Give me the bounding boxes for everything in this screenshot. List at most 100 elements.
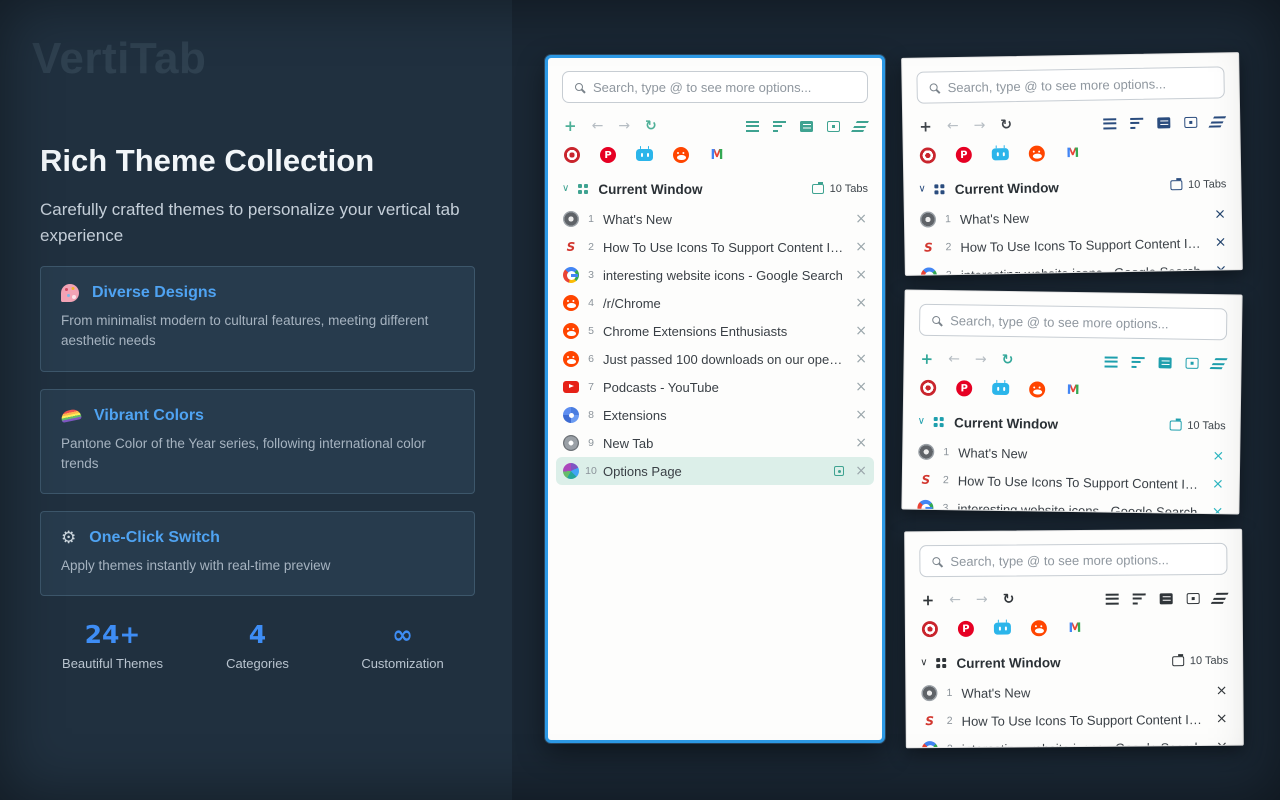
search-input[interactable]: Search, type @ to see more options... [562,71,868,103]
close-tab-icon[interactable]: × [855,240,867,254]
tab-row: S 2 How To Use Icons To Support Content … [915,705,1235,736]
target-favicon [920,380,936,396]
sort-tabs-icon [1132,356,1145,367]
tab-row[interactable]: 9 New Tab × [556,429,874,457]
tab-title: Podcasts - YouTube [603,380,847,395]
back-arrow-icon: ← [947,119,959,133]
theme-preview-panel-cyan: Search, type @ to see more options... + … [901,290,1242,515]
forward-arrow-icon[interactable]: → [618,119,630,133]
sort-tabs-icon[interactable] [773,121,786,132]
bilibili-favicon [992,383,1009,395]
feature-card-diverse-designs: Diverse Designs From minimalist modern t… [40,266,475,372]
close-tab-icon[interactable]: × [855,408,867,422]
toolbar-preview: + ← → ↻ [920,349,1224,374]
new-tab-favicon [563,435,579,451]
window-group-header[interactable]: ∨ Current Window 10 Tabs [558,177,872,201]
red-s-logo-favicon: S [920,239,936,255]
close-tab-icon[interactable]: × [855,380,867,394]
grid-icon [935,184,945,194]
window-group-header: ∨ Current Window 10 Tabs [916,649,1232,675]
close-tab-icon[interactable]: × [855,212,867,226]
extensions-favicon [563,407,579,423]
palette-icon [61,284,79,302]
tab-row[interactable]: 3 interesting website icons - Google Sea… [556,261,874,289]
list-view-icon [1160,593,1173,604]
refresh-icon: ↻ [1000,118,1012,132]
feature-card-vibrant-colors: Vibrant Colors Pantone Color of the Year… [40,389,475,495]
tab-row[interactable]: 7 Podcasts - YouTube × [556,373,874,401]
forward-arrow-icon: → [975,353,987,367]
close-tab-icon[interactable]: × [855,268,867,282]
bilibili-favicon[interactable] [636,149,653,161]
close-tab-icon[interactable]: × [855,324,867,338]
tab-row[interactable]: 4 /r/Chrome × [556,289,874,317]
gmail-favicon[interactable]: M [709,147,725,163]
list-view-icon[interactable] [800,121,813,132]
tab-list-preview: 1 What's New × S 2 How To Use Icons To S… [910,438,1231,515]
pinterest-favicon: P [956,380,972,396]
close-tab-icon[interactable]: × [855,352,867,366]
window-icon [812,184,824,194]
new-tab-plus-icon[interactable]: + [564,119,577,134]
tab-index: 10 [579,465,603,477]
target-favicon[interactable] [564,147,580,163]
window-group-header: ∨ Current Window 10 Tabs [914,172,1230,202]
gear-icon: ⚙ [61,530,76,547]
search-icon [932,557,940,565]
extension-panel-main: Search, type @ to see more options... + … [545,55,885,743]
pinterest-favicon[interactable]: P [600,147,616,163]
red-s-logo-favicon: S [922,713,938,729]
pinterest-favicon: P [958,621,974,637]
feature-title: Vibrant Colors [94,407,204,425]
close-tab-icon[interactable]: × [855,436,867,450]
tab-row[interactable]: 5 Chrome Extensions Enthusiasts × [556,317,874,345]
collapse-groups-icon[interactable] [746,121,759,132]
window-group-header: ∨ Current Window 10 Tabs [914,410,1230,439]
stack-view-icon [1210,358,1228,369]
stat-customization: ∞ Customization [330,620,475,671]
reddit-favicon [563,323,579,339]
google-favicon [563,267,579,283]
tab-row[interactable]: 6 Just passed 100 downloads on our open … [556,345,874,373]
pinned-shortcuts-row: P M [920,141,1224,164]
back-arrow-icon: ← [949,593,961,607]
tab-row-selected[interactable]: 10 Options Page × [556,457,874,485]
refresh-icon[interactable]: ↻ [645,119,657,133]
reddit-favicon[interactable] [673,147,689,163]
back-arrow-icon[interactable]: ← [592,119,604,133]
tab-title: What's New [603,212,847,227]
tab-list: 1 What's New × S 2 How To Use Icons To S… [556,205,874,485]
close-tab-icon: × [1212,477,1224,491]
rainbow-icon [60,408,82,423]
close-tab-icon[interactable]: × [855,464,867,478]
locate-tab-icon[interactable] [834,466,844,476]
new-tab-plus-icon: + [922,593,935,608]
window-view-icon[interactable] [827,121,840,132]
tab-title: What's New [958,445,1204,464]
pinterest-favicon: P [956,147,972,163]
tab-row[interactable]: S 2 How To Use Icons To Support Content … [556,233,874,261]
tab-count-badge: 10 Tabs [1187,420,1226,433]
tab-row[interactable]: 8 Extensions × [556,401,874,429]
page-title: Rich Theme Collection [40,143,374,179]
chevron-down-icon[interactable]: ∨ [562,184,569,194]
search-placeholder: Search, type @ to see more options... [593,80,811,95]
pinned-shortcuts-row: P M [564,146,866,164]
stack-view-icon[interactable] [851,121,869,132]
collapse-groups-icon [1106,593,1119,604]
tab-index: 1 [937,687,961,699]
theme-preview-panel-mono: Search, type @ to see more options... + … [904,529,1244,749]
close-tab-icon: × [1214,207,1226,221]
feature-description: Apply themes instantly with real-time pr… [61,556,454,576]
tab-index: 5 [579,325,603,337]
feature-description: From minimalist modern to cultural featu… [61,311,454,352]
stat-categories: 4 Categories [185,620,330,671]
tab-index: 1 [936,213,960,225]
close-tab-icon[interactable]: × [855,296,867,310]
google-favicon [922,741,938,748]
window-view-icon [1187,593,1200,604]
tab-row[interactable]: 1 What's New × [556,205,874,233]
forward-arrow-icon: → [974,119,986,133]
tab-index: 7 [579,381,603,393]
gmail-favicon: M [1065,382,1081,398]
